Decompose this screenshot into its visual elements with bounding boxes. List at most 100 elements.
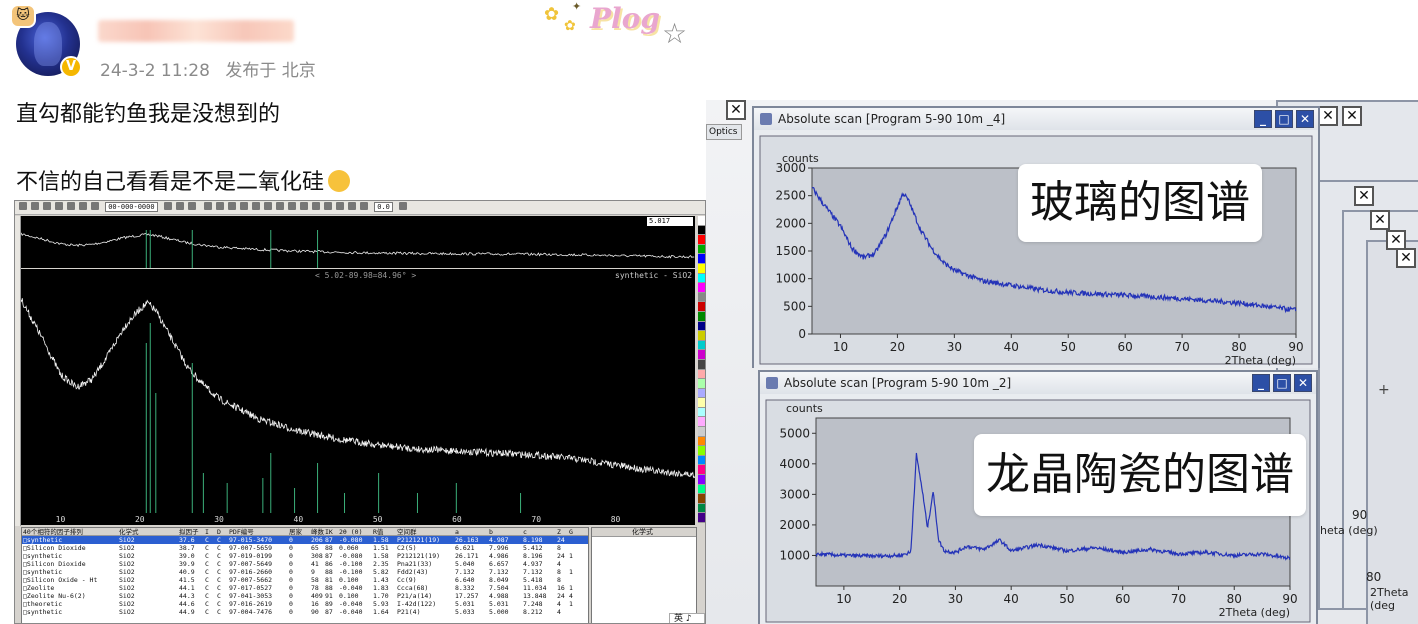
color-swatch[interactable] bbox=[698, 235, 705, 245]
close-icon[interactable]: ✕ bbox=[1396, 248, 1416, 268]
settings-icon[interactable] bbox=[187, 202, 196, 210]
table-row[interactable]: □synthetic SiO2 44.9 C C 97-004-7476 0 90 87 -0.0… bbox=[22, 608, 588, 616]
color-swatch[interactable] bbox=[698, 340, 705, 351]
table-header-cell[interactable]: D bbox=[216, 528, 228, 535]
color-swatch[interactable] bbox=[698, 388, 705, 399]
target-icon[interactable] bbox=[360, 202, 369, 210]
color-swatch[interactable] bbox=[698, 398, 705, 408]
color-swatch[interactable] bbox=[698, 254, 705, 264]
close-icon[interactable]: ✕ bbox=[1370, 210, 1390, 230]
minimize-icon[interactable]: _ bbox=[1252, 374, 1270, 392]
color-swatch[interactable] bbox=[698, 369, 705, 380]
table-header-cell[interactable]: G bbox=[568, 528, 580, 535]
table-header-cell[interactable]: a bbox=[454, 528, 488, 535]
bar-icon[interactable] bbox=[216, 202, 225, 210]
pan-icon[interactable] bbox=[67, 202, 75, 210]
table-row[interactable]: □synthetic SiO2 39.0 C C 97-019-0199 0 308 87 -0.… bbox=[22, 552, 588, 560]
avatar-wrap[interactable]: 🐱 V bbox=[10, 4, 82, 78]
table-row[interactable]: □theoretic SiO2 44.6 C C 97-016-2619 0 16 89 -0.0… bbox=[22, 600, 588, 608]
color-swatch[interactable] bbox=[698, 321, 705, 332]
color-swatch[interactable] bbox=[698, 465, 705, 476]
help-icon[interactable] bbox=[399, 202, 408, 210]
stop-icon[interactable] bbox=[348, 202, 357, 210]
zoom-field[interactable]: 5.017 bbox=[647, 217, 693, 226]
color-swatch[interactable] bbox=[698, 292, 705, 303]
table-header-cell[interactable]: Z bbox=[556, 528, 568, 535]
table-row[interactable]: □Silicon Dioxide SiO2 38.7 C C 97-007-5659 0 65… bbox=[22, 544, 588, 552]
color-swatch[interactable] bbox=[698, 475, 705, 485]
color-swatch[interactable] bbox=[698, 446, 705, 456]
table-body[interactable]: □synthetic SiO2 37.6 C C 97-015-3470 0 206 87 -0.… bbox=[22, 536, 588, 616]
table-header-cell[interactable]: 空间群 bbox=[396, 528, 454, 535]
table-header-cell[interactable]: 化学式 bbox=[118, 528, 178, 535]
color-swatch[interactable] bbox=[698, 273, 705, 284]
table-row[interactable]: □Zeolite SiO2 44.1 C C 97-017-0527 0 78 88 -0.040… bbox=[22, 584, 588, 592]
optics-tab[interactable]: Optics bbox=[706, 124, 742, 140]
table-header-cell[interactable]: 峰数 bbox=[310, 528, 324, 535]
pdf-number-field[interactable]: 00-000-0000 bbox=[105, 202, 158, 212]
search-icon[interactable] bbox=[163, 202, 172, 210]
filter-icon[interactable] bbox=[175, 202, 184, 210]
color-swatch[interactable] bbox=[698, 350, 705, 360]
marker-icon[interactable] bbox=[252, 202, 261, 210]
scale-icon[interactable] bbox=[264, 202, 273, 210]
formula-panel[interactable]: 化学式 bbox=[591, 527, 697, 623]
table-header-cell[interactable]: 居家 bbox=[288, 528, 310, 535]
table-row[interactable]: □Zeolite Nu-6(2) SiO2 44.3 C C 97-041-3053 0 40… bbox=[22, 592, 588, 600]
background-icon[interactable] bbox=[288, 202, 297, 210]
table-header-cell[interactable]: PDF编号 bbox=[228, 528, 288, 535]
print-icon[interactable] bbox=[31, 202, 39, 210]
table-header-cell[interactable]: IK bbox=[324, 528, 338, 535]
close-icon[interactable]: ✕ bbox=[1318, 106, 1338, 126]
color-swatch[interactable] bbox=[698, 331, 705, 341]
maximize-icon[interactable]: □ bbox=[1273, 374, 1291, 392]
color-swatch[interactable] bbox=[698, 302, 705, 312]
value-field[interactable]: 0.0 bbox=[374, 202, 393, 212]
table-header-cell[interactable]: R值 bbox=[372, 528, 396, 535]
color-swatch[interactable] bbox=[698, 283, 705, 293]
color-swatch[interactable] bbox=[698, 455, 705, 466]
color-swatch[interactable] bbox=[698, 225, 705, 236]
color-swatch[interactable] bbox=[698, 513, 705, 523]
zoom-icon[interactable] bbox=[55, 202, 63, 210]
color-palette-strip[interactable] bbox=[698, 216, 705, 526]
table-header-cell[interactable]: 40个相符的因子排列 bbox=[22, 528, 118, 535]
close-icon[interactable]: ✕ bbox=[1294, 374, 1312, 392]
table-header-cell[interactable]: I bbox=[204, 528, 216, 535]
color-icon[interactable] bbox=[336, 202, 345, 210]
color-swatch[interactable] bbox=[698, 379, 705, 389]
color-swatch[interactable] bbox=[698, 359, 705, 370]
close-icon[interactable]: ✕ bbox=[1354, 186, 1374, 206]
color-swatch[interactable] bbox=[698, 407, 705, 418]
open-icon[interactable] bbox=[19, 202, 27, 210]
username-blurred[interactable] bbox=[98, 20, 294, 42]
table-header-cell[interactable]: b bbox=[488, 528, 522, 535]
phase-match-table[interactable]: 40个相符的因子排列 化学式 拟因子 I D PDF编号 居家 峰数 IK 2θ (0) R值 空间群… bbox=[21, 527, 589, 623]
table-row[interactable]: □synthetic SiO2 40.9 C C 97-016-2660 0 9 88 -0.10… bbox=[22, 568, 588, 576]
copy-icon[interactable] bbox=[43, 202, 51, 210]
smooth-icon[interactable] bbox=[300, 202, 309, 210]
color-swatch[interactable] bbox=[698, 427, 705, 437]
color-swatch[interactable] bbox=[698, 311, 705, 322]
label-icon[interactable] bbox=[240, 202, 249, 210]
color-swatch[interactable] bbox=[698, 494, 705, 504]
overview-plot[interactable] bbox=[21, 216, 695, 268]
maximize-icon[interactable]: □ bbox=[1275, 110, 1293, 128]
close-icon[interactable]: ✕ bbox=[726, 100, 746, 120]
color-swatch[interactable] bbox=[698, 216, 705, 226]
grid-icon[interactable] bbox=[204, 202, 213, 210]
cursor-icon[interactable] bbox=[79, 202, 87, 210]
color-swatch[interactable] bbox=[698, 436, 705, 447]
refresh-icon[interactable] bbox=[91, 202, 99, 210]
table-row[interactable]: □synthetic SiO2 37.6 C C 97-015-3470 0 206 87 -0.… bbox=[22, 536, 588, 544]
main-pattern-plot[interactable] bbox=[21, 269, 695, 513]
table-row[interactable]: □Silicon Oxide - Ht SiO2 41.5 C C 97-007-5662… bbox=[22, 576, 588, 584]
table-header-cell[interactable]: 拟因子 bbox=[178, 528, 204, 535]
ime-indicator[interactable]: 英 ♪ bbox=[669, 613, 705, 623]
close-icon[interactable]: ✕ bbox=[1342, 106, 1362, 126]
cross-icon[interactable] bbox=[324, 202, 333, 210]
color-swatch[interactable] bbox=[698, 417, 705, 428]
overlay-icon[interactable] bbox=[276, 202, 285, 210]
favorite-star-icon[interactable]: ☆ bbox=[662, 20, 687, 48]
close-icon[interactable]: ✕ bbox=[1296, 110, 1314, 128]
